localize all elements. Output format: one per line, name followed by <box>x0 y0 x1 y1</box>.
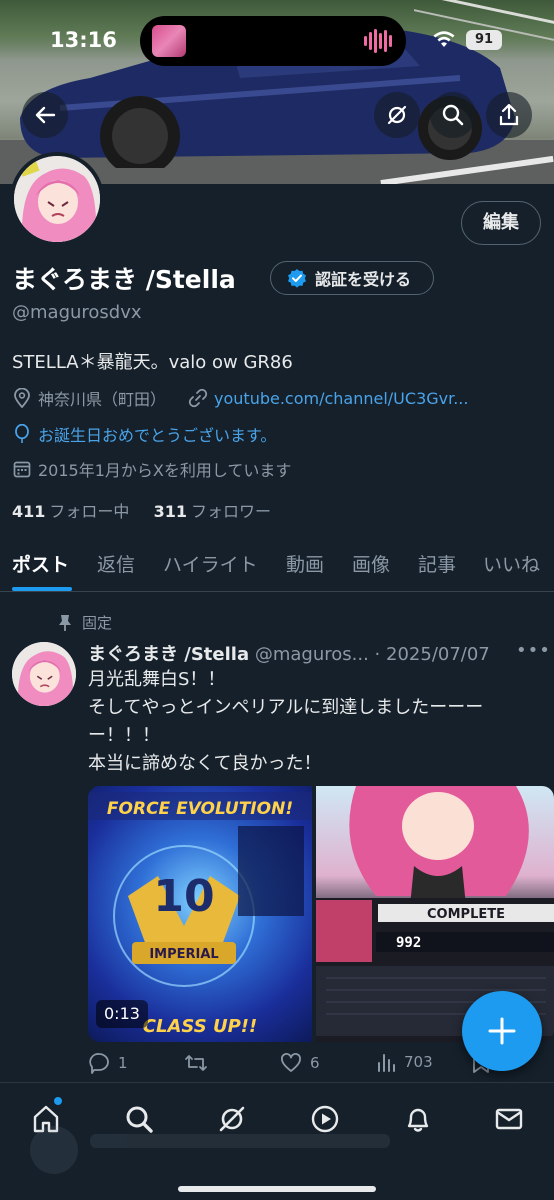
tab-posts[interactable]: ポスト <box>12 550 69 577</box>
reply-icon <box>89 1053 109 1074</box>
more-options-icon[interactable]: ••• <box>516 640 551 661</box>
share-icon <box>499 103 519 126</box>
profile-tabs: ポスト 返信 ハイライト 動画 画像 記事 いいね <box>0 540 554 592</box>
post-author-handle[interactable]: @maguros... <box>255 644 369 665</box>
post-author-avatar[interactable] <box>12 642 76 706</box>
share-button[interactable] <box>486 92 532 138</box>
reply-button[interactable]: 1 <box>88 1052 128 1074</box>
joined-row: 2015年1月からXを利用しています <box>12 456 291 482</box>
background-ghost-content <box>0 1120 554 1180</box>
following-link[interactable]: 411 フォロー中 <box>12 502 129 521</box>
svg-text:CLASS UP!!: CLASS UP!! <box>143 1016 257 1037</box>
tab-likes[interactable]: いいね <box>483 550 540 577</box>
grok-icon <box>387 105 407 125</box>
post-header: まぐろまき /Stella @maguros... · 2025/07/07 <box>88 640 508 666</box>
post-date[interactable]: 2025/07/07 <box>386 644 490 665</box>
search-icon <box>442 104 464 126</box>
svg-text:10: 10 <box>153 871 214 922</box>
video-duration: 0:13 <box>96 1000 148 1028</box>
profile-location: 神奈川県（町田） <box>38 390 167 409</box>
following-label: フォロー中 <box>49 502 130 521</box>
pinned-label: 固定 <box>82 614 113 632</box>
balloon-icon <box>12 424 32 444</box>
get-verified-button[interactable]: 認証を受ける <box>270 261 434 295</box>
compose-post-button[interactable] <box>462 991 542 1071</box>
heart-icon <box>281 1053 301 1072</box>
get-verified-label: 認証を受ける <box>315 270 412 289</box>
active-tab-indicator <box>12 587 72 591</box>
svg-text:IMPERIAL: IMPERIAL <box>149 947 218 962</box>
now-playing-artwork <box>152 25 186 57</box>
verified-badge-icon <box>288 269 306 288</box>
edit-profile-button[interactable]: 編集 <box>461 201 541 245</box>
view-count: 703 <box>404 1053 433 1071</box>
tab-replies[interactable]: 返信 <box>97 550 135 577</box>
grok-button[interactable] <box>374 92 420 138</box>
home-notification-dot <box>54 1097 62 1105</box>
svg-text:FORCE EVOLUTION!: FORCE EVOLUTION! <box>107 799 293 819</box>
svg-text:992: 992 <box>396 935 421 951</box>
calendar-icon <box>12 459 32 479</box>
repost-icon <box>185 1055 207 1071</box>
tab-media[interactable]: 画像 <box>352 550 390 577</box>
post-text: 月光乱舞白S！！ そしてやっとインペリアルに到達しましたーーーー！！！ 本当に諦… <box>88 669 484 774</box>
avatar-image <box>12 642 76 706</box>
svg-text:COMPLETE: COMPLETE <box>427 907 505 922</box>
post-separator: · <box>374 644 381 665</box>
audio-waveform-icon <box>364 29 392 53</box>
avatar-image <box>14 156 100 242</box>
home-indicator[interactable] <box>178 1186 376 1192</box>
followers-label: フォロワー <box>191 502 272 521</box>
dynamic-island[interactable] <box>140 16 406 66</box>
post-author-name[interactable]: まぐろまき /Stella <box>88 644 249 665</box>
status-bar: 13:16 91 <box>0 0 554 84</box>
profile-joined-date: 2015年1月からXを利用しています <box>38 461 292 480</box>
wifi-icon <box>433 31 455 47</box>
like-count: 6 <box>310 1054 320 1072</box>
tab-articles[interactable]: 記事 <box>418 550 456 577</box>
repost-button[interactable] <box>184 1052 208 1074</box>
profile-website-link[interactable]: youtube.com/channel/UC3Gvr... <box>214 389 468 408</box>
profile-avatar[interactable] <box>10 152 104 246</box>
followers-count: 311 <box>153 502 188 521</box>
plus-icon <box>488 1017 516 1045</box>
tab-videos[interactable]: 動画 <box>286 550 324 577</box>
following-count: 411 <box>12 502 46 521</box>
birthday-row: お誕生日おめでとうございます。 <box>12 421 276 447</box>
views-icon <box>378 1054 395 1072</box>
profile-birthday[interactable]: お誕生日おめでとうございます。 <box>38 422 276 446</box>
profile-handle: @magurosdvx <box>12 302 142 323</box>
link-icon <box>188 388 208 408</box>
battery-indicator: 91 <box>466 30 502 50</box>
views-button[interactable]: 703 <box>376 1052 433 1072</box>
search-button[interactable] <box>430 92 476 138</box>
pinned-indicator: 固定 <box>58 612 112 633</box>
pin-icon <box>59 614 71 631</box>
location-pin-icon <box>12 388 32 408</box>
follow-stats: 411 フォロー中 311 フォロワー <box>12 498 271 522</box>
back-button[interactable] <box>22 92 68 138</box>
profile-bio: STELLA＊暴龍天。valo ow GR86 <box>12 352 293 373</box>
arrow-left-icon <box>35 106 56 124</box>
status-time: 13:16 <box>50 28 117 52</box>
tab-highlights[interactable]: ハイライト <box>163 550 258 577</box>
reply-count: 1 <box>118 1054 128 1072</box>
like-button[interactable]: 6 <box>280 1052 320 1074</box>
followers-link[interactable]: 311 フォロワー <box>154 502 271 521</box>
profile-meta-row: 神奈川県（町田） youtube.com/channel/UC3Gvr... <box>12 385 468 411</box>
profile-name: まぐろまき /Stella <box>12 265 236 294</box>
